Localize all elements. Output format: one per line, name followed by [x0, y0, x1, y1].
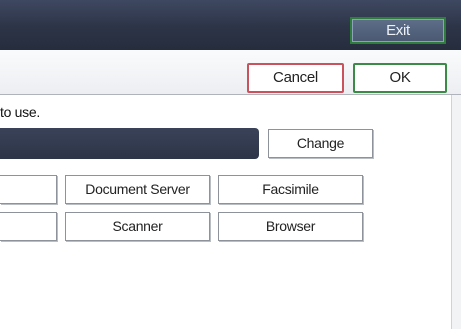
browser-button[interactable]: Browser: [218, 212, 363, 241]
right-edge-strip: [452, 95, 461, 329]
document-server-button[interactable]: Document Server: [65, 175, 210, 204]
cancel-button[interactable]: Cancel: [247, 63, 344, 93]
exit-button[interactable]: Exit: [350, 17, 446, 44]
selected-function-display: [0, 128, 259, 159]
top-header-bar: Exit: [0, 0, 461, 50]
scanner-button[interactable]: Scanner: [65, 212, 210, 241]
change-button[interactable]: Change: [268, 129, 373, 158]
ok-button[interactable]: OK: [353, 63, 447, 93]
function-button-partial-2[interactable]: [0, 212, 57, 241]
function-button-partial-1[interactable]: [0, 175, 57, 204]
instruction-text: to use.: [0, 104, 40, 120]
action-bar: Cancel OK: [0, 50, 461, 95]
facsimile-button[interactable]: Facsimile: [218, 175, 363, 204]
